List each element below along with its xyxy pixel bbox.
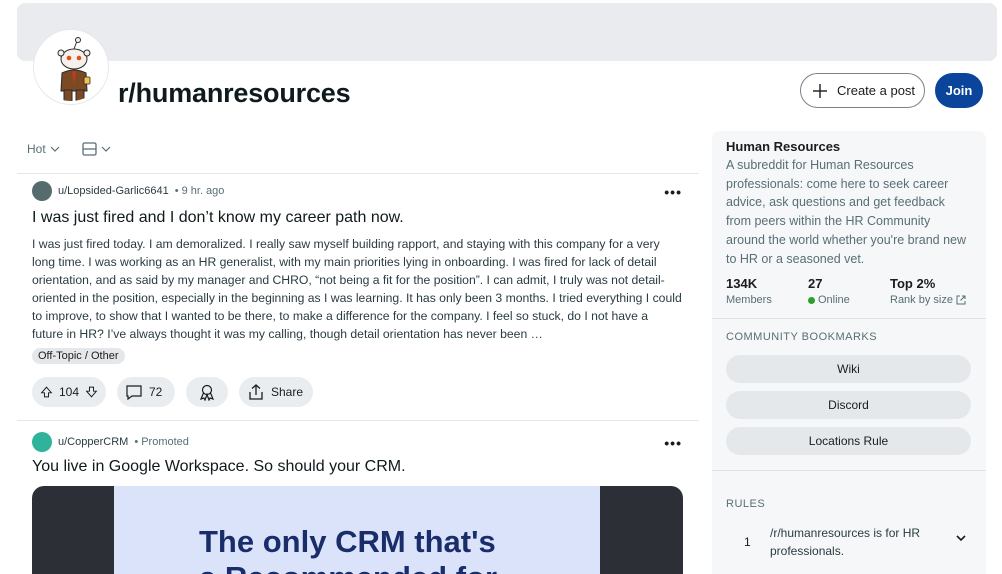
community-info: Human Resources A subreddit for Human Re…	[726, 139, 972, 306]
rule-number: 1	[744, 535, 751, 549]
user-avatar[interactable]	[32, 181, 52, 201]
post-body[interactable]: I was just fired today. I am demoralized…	[32, 235, 682, 343]
post-author[interactable]: u/CopperCRM	[58, 436, 128, 448]
rules-heading: RULES	[726, 498, 766, 510]
upvote-icon[interactable]	[40, 384, 53, 400]
community-avatar	[34, 30, 108, 104]
award-button[interactable]	[186, 377, 228, 407]
community-description: A subreddit for Human Resources professi…	[726, 158, 967, 266]
post-divider	[17, 420, 699, 421]
vote-count: 104	[58, 385, 80, 399]
stat-label: Rank by size	[890, 294, 953, 307]
stat-members: 134K Members	[726, 276, 808, 306]
create-post-button[interactable]: Create a post	[800, 73, 925, 108]
community-sidebar: Human Resources A subreddit for Human Re…	[712, 131, 986, 574]
bookmark-discord[interactable]: Discord	[726, 391, 971, 419]
community-stats: 134K Members 27 Online Top 2% Rank by si…	[726, 276, 972, 306]
sort-label: Hot	[27, 142, 46, 156]
external-link-icon	[956, 295, 966, 305]
post-meta: u/Lopsided-Garlic6641 • 9 hr. ago	[32, 181, 682, 201]
view-layout-dropdown[interactable]	[82, 142, 111, 156]
chevron-down-icon	[50, 146, 60, 152]
stat-value: 134K	[726, 276, 758, 292]
plus-icon	[813, 83, 827, 98]
feed-divider	[17, 173, 699, 174]
promo-image-text: The only CRM that's a Recommended for	[199, 524, 497, 574]
stat-value: Top 2%	[890, 276, 936, 292]
bookmarks-heading: COMMUNITY BOOKMARKS	[726, 331, 878, 343]
post-title[interactable]: You live in Google Workspace. So should …	[32, 458, 682, 476]
stat-online: 27 Online	[808, 276, 890, 306]
sidebar-divider	[712, 470, 986, 471]
comment-icon	[126, 385, 142, 400]
bookmarks-section: COMMUNITY BOOKMARKS Wiki Discord Locatio…	[726, 331, 972, 463]
bookmark-locations-rule[interactable]: Locations Rule	[726, 427, 971, 455]
snoo-avatar-icon	[37, 33, 105, 101]
chevron-down-icon	[101, 146, 111, 152]
promoted-post-card[interactable]: u/CopperCRM • Promoted ••• You live in G…	[32, 432, 682, 476]
more-icon[interactable]: •••	[664, 184, 682, 200]
award-icon	[199, 384, 215, 401]
online-dot-icon	[808, 296, 815, 304]
post-title[interactable]: I was just fired and I don’t know my car…	[32, 209, 682, 227]
post-card[interactable]: u/Lopsided-Garlic6641 • 9 hr. ago ••• I …	[32, 181, 682, 407]
post-author[interactable]: u/Lopsided-Garlic6641	[58, 185, 169, 197]
promo-image-panel: The only CRM that's a Recommended for	[114, 486, 600, 574]
bookmark-wiki[interactable]: Wiki	[726, 355, 971, 383]
post-meta: u/CopperCRM • Promoted	[32, 432, 682, 452]
promo-line-1: The only CRM that's	[199, 524, 496, 559]
sort-dropdown[interactable]: Hot	[27, 142, 60, 156]
rules-section: RULES 1 /r/humanresources is for HR prof…	[726, 498, 972, 560]
layout-icon	[82, 142, 97, 156]
comment-count: 72	[149, 385, 163, 399]
promo-line-2: a Recommended for	[199, 560, 497, 574]
sidebar-divider	[712, 318, 986, 319]
stat-rank[interactable]: Top 2% Rank by size	[890, 276, 972, 306]
rule-item[interactable]: 1 /r/humanresources is for HR profession…	[726, 524, 972, 560]
post-time: • 9 hr. ago	[174, 185, 225, 197]
rule-text: /r/humanresources is for HR professional…	[770, 526, 921, 558]
vote-pill: 104	[32, 377, 106, 407]
user-avatar[interactable]	[32, 432, 52, 452]
post-time: • Promoted	[134, 436, 189, 448]
comments-button[interactable]: 72	[117, 377, 175, 407]
join-button[interactable]: Join	[935, 73, 983, 108]
more-icon[interactable]: •••	[664, 435, 682, 451]
chevron-down-icon[interactable]	[950, 524, 972, 546]
feed-sort-bar: Hot	[27, 142, 111, 156]
downvote-icon[interactable]	[85, 384, 98, 400]
create-post-label: Create a post	[837, 83, 916, 98]
share-label: Share	[271, 385, 304, 399]
subreddit-title: r/humanresources	[118, 78, 351, 108]
share-icon	[249, 384, 263, 400]
stat-value: 27	[808, 276, 823, 292]
stat-label: Members	[726, 294, 772, 307]
community-banner	[17, 3, 997, 61]
post-flair[interactable]: Off-Topic / Other	[32, 348, 125, 364]
post-actions: 104 72 Share	[32, 377, 682, 407]
community-name: Human Resources	[726, 139, 841, 154]
stat-label: Online	[818, 294, 850, 307]
share-button[interactable]: Share	[239, 377, 313, 407]
promo-image[interactable]: The only CRM that's a Recommended for	[32, 486, 683, 574]
